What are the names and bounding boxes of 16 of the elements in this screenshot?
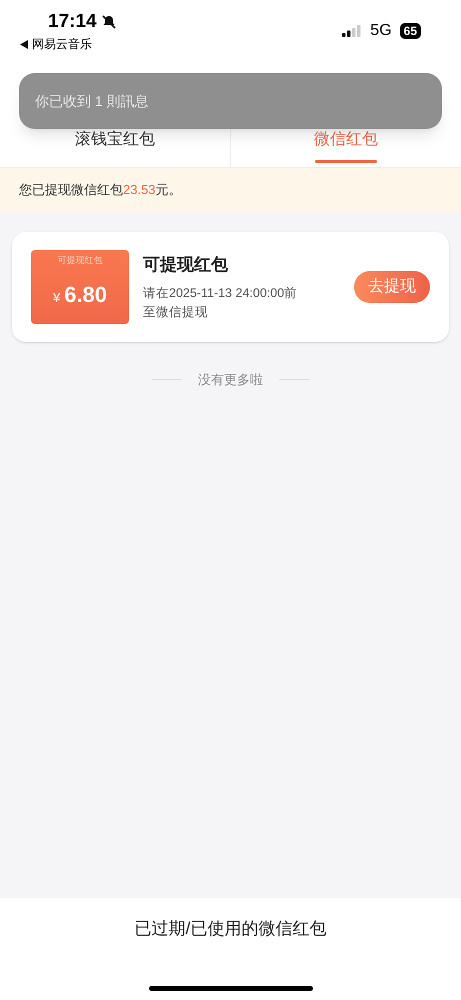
deadline-note: 至微信提现 (143, 304, 209, 321)
back-arrow-icon[interactable] (20, 40, 28, 48)
currency-sign: ¥ (52, 288, 60, 306)
expired-packets-link[interactable]: 已过期/已使用的微信红包 (134, 916, 326, 942)
deadline-text: 请在2025-11-13 24:00:00前 (143, 284, 298, 302)
battery-indicator: 65 (400, 23, 421, 39)
signal-icon (342, 25, 362, 37)
network-label: 5G (370, 21, 392, 41)
card-title: 可提现红包 (143, 254, 229, 276)
back-app-link[interactable]: 网易云音乐 (32, 35, 92, 53)
muted-bell-icon (100, 14, 117, 30)
ticket-label: 可提现红包 (58, 254, 102, 267)
status-time: 17:14 (48, 12, 97, 31)
end-of-list-text: 没有更多啦 (198, 371, 263, 389)
amount-text: 6.80 (64, 280, 108, 308)
withdrawn-notice: 您已提现微信红包23.53元。 (19, 181, 182, 200)
